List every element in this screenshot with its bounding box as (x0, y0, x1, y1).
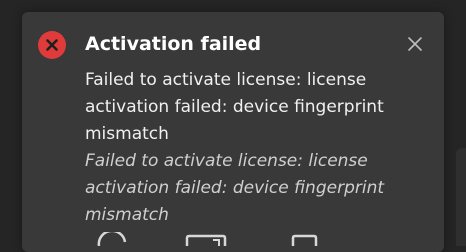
toast-message: Failed to activate license: license acti… (85, 70, 384, 144)
device-icon[interactable] (185, 232, 229, 246)
refresh-icon[interactable] (95, 232, 129, 246)
toast-title: Activation failed (85, 33, 262, 55)
close-button[interactable] (403, 32, 427, 56)
background-panel-edge (456, 148, 466, 246)
document-icon[interactable] (290, 232, 320, 246)
close-x-icon[interactable] (403, 32, 427, 56)
action-icons-row (85, 232, 345, 246)
error-x-circle-icon (38, 31, 66, 59)
toast-detail: Failed to activate license: license acti… (85, 151, 385, 225)
